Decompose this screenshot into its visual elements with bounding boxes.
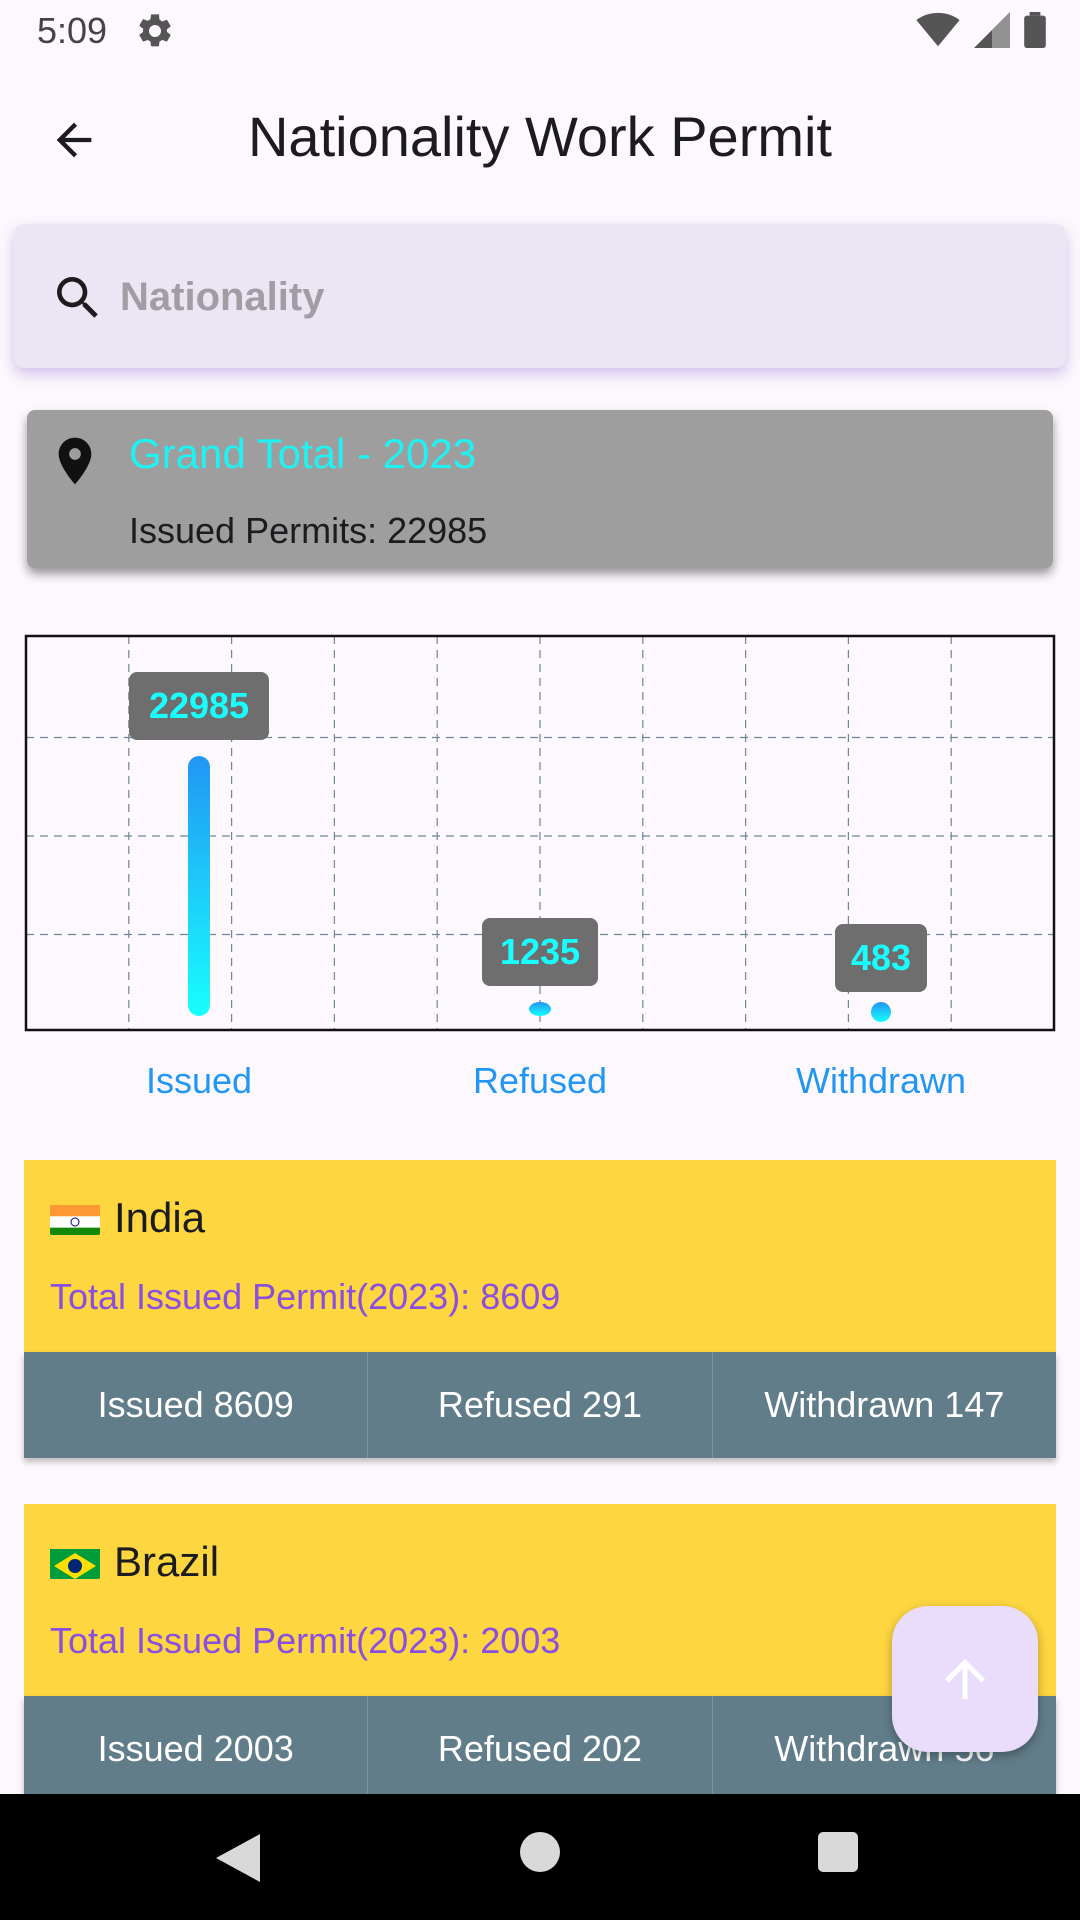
- nationality-name: Brazil: [114, 1538, 220, 1585]
- chart-bar-issued: [188, 756, 210, 1016]
- chart-canvas: 22985 1235 483: [24, 634, 1056, 1032]
- chart-value-label: 22985: [149, 685, 249, 726]
- nationality-title: India: [50, 1194, 205, 1242]
- nav-recents-icon[interactable]: [818, 1832, 858, 1872]
- search-bar[interactable]: [14, 224, 1066, 368]
- status-time: 5:09: [37, 10, 108, 51]
- nav-home-icon[interactable]: [520, 1832, 560, 1872]
- nationality-card-india[interactable]: India Total Issued Permit(2023): 8609 Is…: [24, 1160, 1056, 1458]
- location-pin-icon: [58, 437, 92, 485]
- page-title: Nationality Work Permit: [247, 105, 832, 168]
- wifi-icon: [916, 12, 960, 47]
- refused-stat: Refused 202: [368, 1696, 713, 1802]
- x-axis-label-refused: Refused: [472, 1060, 608, 1101]
- scroll-to-top-button[interactable]: [892, 1606, 1038, 1752]
- refused-stat: Refused 291: [368, 1352, 713, 1458]
- issued-stat: Issued 2003: [24, 1696, 369, 1802]
- issued-stat: Issued 8609: [24, 1352, 369, 1458]
- system-nav-bar: [0, 1794, 1080, 1920]
- india-flag-icon: [50, 1201, 100, 1235]
- grand-total-title: Grand Total - 2023: [129, 430, 477, 477]
- nav-back-icon[interactable]: [216, 1834, 260, 1882]
- x-axis-label-issued: Issued: [145, 1060, 253, 1101]
- chart-value-label: 483: [851, 937, 911, 978]
- chart-bar-refused: [529, 1002, 551, 1016]
- total-issued-permit: Total Issued Permit(2023): 8609: [50, 1276, 561, 1317]
- total-issued-permit: Total Issued Permit(2023): 2003: [50, 1620, 561, 1661]
- battery-icon: [1024, 12, 1046, 48]
- brazil-flag-icon: [50, 1545, 100, 1579]
- issued-permits-total: Issued Permits: 22985: [129, 510, 488, 551]
- nationality-name: India: [114, 1194, 206, 1241]
- chart-value-label: 1235: [500, 931, 580, 972]
- nationality-title: Brazil: [50, 1538, 219, 1586]
- withdrawn-stat: Withdrawn 147: [764, 1384, 1005, 1425]
- status-bar: 5:09: [0, 0, 1080, 64]
- permit-stats-bar: Issued 8609 Refused 291 Withdrawn 147: [24, 1352, 1056, 1458]
- search-input[interactable]: [118, 260, 1022, 334]
- nationality-card-header: India Total Issued Permit(2023): 8609: [24, 1160, 1056, 1352]
- search-icon: [57, 277, 98, 318]
- cell-signal-icon: [974, 12, 1010, 48]
- status-icons: [916, 12, 1046, 48]
- grand-total-card: Grand Total - 2023 Issued Permits: 22985: [27, 410, 1053, 568]
- permit-bar-chart: 22985 1235 483: [24, 634, 1056, 1032]
- arrow-up-icon: [945, 1659, 985, 1699]
- app-bar: Nationality Work Permit: [0, 64, 1080, 204]
- settings-gear-icon: [139, 14, 171, 47]
- x-axis-label-withdrawn: Withdrawn: [795, 1060, 967, 1101]
- chart-bar-withdrawn: [871, 1002, 891, 1022]
